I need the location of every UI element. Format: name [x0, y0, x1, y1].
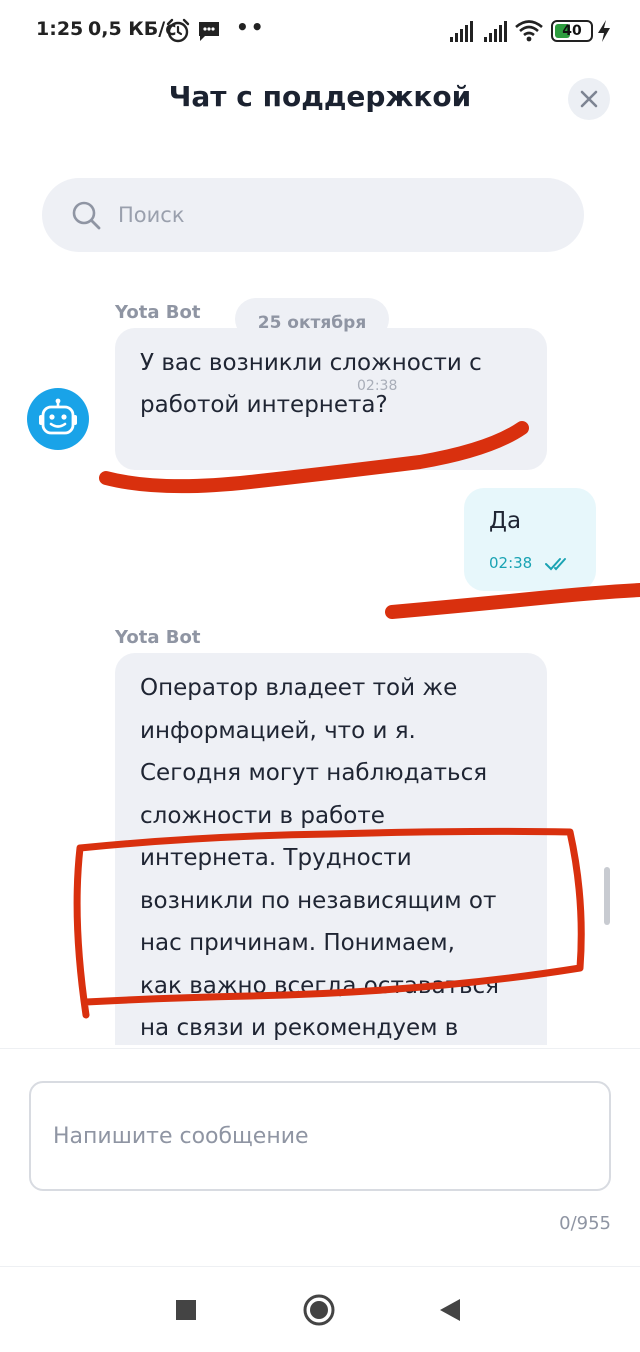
user-message-bubble: Да 02:38 — [464, 488, 596, 591]
signal-icon — [450, 21, 473, 42]
message-line: Оператор владеет той же — [140, 675, 458, 701]
message-input[interactable] — [29, 1081, 611, 1191]
message-line: интернета. Трудности — [140, 845, 412, 871]
bot-message-bubble: У вас возникли сложности с работой интер… — [115, 328, 547, 470]
signal-icon — [484, 21, 507, 42]
character-counter: 0/955 — [559, 1213, 611, 1234]
robot-icon — [39, 398, 77, 435]
bot-message-bubble: Оператор владеет той же информацией, что… — [115, 653, 547, 1045]
alarm-icon — [166, 18, 190, 43]
search-input[interactable] — [118, 178, 558, 252]
message-text: Да — [489, 508, 522, 534]
message-line: как важно всегда оставаться — [140, 972, 500, 999]
back-triangle-icon[interactable] — [434, 1294, 466, 1326]
sender-name: Yota Bot — [115, 627, 201, 648]
bot-avatar — [27, 388, 89, 450]
message-line: работой интернета? — [140, 392, 388, 418]
close-button[interactable] — [568, 78, 610, 120]
status-time: 1:25 — [36, 18, 84, 40]
status-more-dots: •• — [236, 15, 266, 39]
message-line: сложности в работе — [140, 802, 385, 829]
date-separator: 25 октября — [235, 298, 389, 340]
recents-square-icon[interactable] — [170, 1294, 202, 1326]
page-title: Чат с поддержкой — [168, 80, 472, 113]
sender-name: Yota Bot — [115, 302, 201, 323]
message-icon — [199, 22, 219, 41]
message-time: 02:38 — [489, 554, 533, 572]
status-network-speed: 0,5 КБ/с — [88, 18, 177, 40]
message-line: нас причинам. Понимаем, — [140, 930, 455, 956]
message-line: У вас возникли сложности с — [140, 350, 482, 376]
system-nav-bar — [0, 1266, 640, 1352]
message-composer: 0/955 — [0, 1048, 640, 1263]
chat-scrollbar[interactable] — [604, 867, 610, 925]
chat-messages[interactable]: Yota Bot У вас возникли сложности с рабо… — [0, 270, 640, 1045]
message-line: информацией, что и я. — [140, 717, 416, 744]
charging-icon — [598, 20, 610, 42]
wifi-icon — [515, 20, 543, 42]
double-check-icon — [545, 558, 566, 571]
message-line: на связи и рекомендуем в — [140, 1015, 459, 1041]
message-line: Сегодня могут наблюдаться — [140, 760, 488, 786]
status-bar: 1:25 0,5 КБ/с •• 40 — [0, 0, 640, 64]
battery-icon: 40 — [551, 20, 593, 42]
message-time: 02:38 — [357, 378, 398, 394]
search-icon — [72, 201, 101, 230]
search-box[interactable] — [42, 178, 584, 252]
battery-percent: 40 — [562, 23, 582, 39]
home-circle-icon[interactable] — [303, 1294, 335, 1326]
close-icon — [580, 90, 598, 108]
message-line: возникли по независящим от — [140, 887, 497, 914]
